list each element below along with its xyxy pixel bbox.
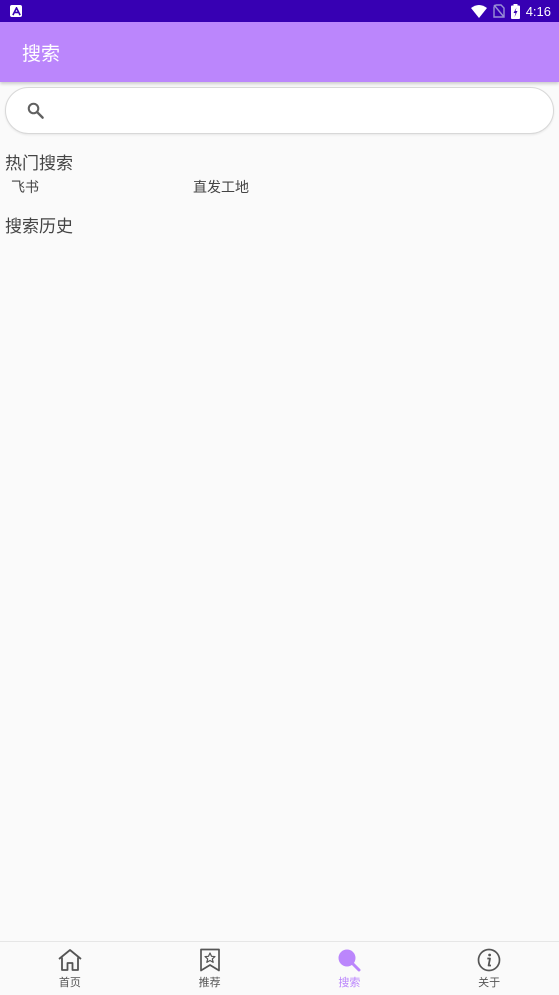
- nav-label-search: 搜索: [338, 975, 361, 989]
- hot-search-title: 热门搜索: [5, 154, 73, 174]
- battery-charging-icon: [510, 3, 520, 19]
- hot-search-item-feishu[interactable]: 飞书: [11, 177, 39, 197]
- hot-search-item-zhifagongdi[interactable]: 直发工地: [193, 177, 249, 197]
- nav-item-home[interactable]: 首页: [0, 942, 140, 995]
- status-left: [10, 5, 22, 17]
- wifi-icon: [470, 4, 487, 18]
- search-input[interactable]: [57, 95, 537, 126]
- home-icon: [58, 948, 82, 971]
- page-title: 搜索: [22, 42, 61, 65]
- status-time: 4:16: [525, 3, 551, 19]
- search-icon: [338, 949, 361, 971]
- android-a-icon: [10, 5, 22, 17]
- status-bar: 4:16: [0, 0, 559, 22]
- nav-label-recommend: 推荐: [198, 975, 221, 989]
- status-right: 4:16: [470, 3, 551, 19]
- search-history-title: 搜索历史: [5, 217, 73, 237]
- nav-label-home: 首页: [58, 975, 81, 989]
- app-bar: 搜索: [0, 22, 559, 82]
- info-icon: [477, 948, 501, 971]
- search-icon: [27, 102, 44, 119]
- bottom-nav: 首页 推荐 搜索 关于: [0, 941, 559, 995]
- nav-item-about[interactable]: 关于: [419, 942, 559, 995]
- no-sim-icon: [492, 4, 505, 18]
- nav-item-search[interactable]: 搜索: [280, 942, 420, 995]
- nav-item-recommend[interactable]: 推荐: [140, 942, 280, 995]
- nav-label-about: 关于: [478, 975, 501, 989]
- bookmark-star-icon: [199, 948, 220, 971]
- search-box[interactable]: [5, 87, 554, 134]
